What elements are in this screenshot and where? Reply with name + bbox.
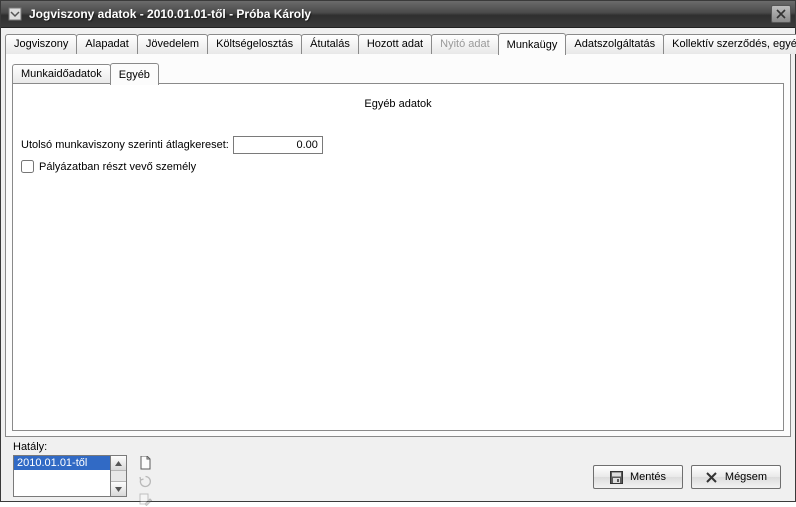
close-button[interactable] (771, 5, 791, 23)
cancel-button-label: Mégsem (725, 471, 767, 483)
section-title: Egyéb adatok (21, 98, 775, 110)
footer-buttons: Mentés Mégsem (593, 465, 781, 489)
inner-tab-row: Munkaidőadatok Egyéb (12, 62, 784, 84)
save-button-label: Mentés (630, 471, 666, 483)
tab-koltsegelosztas[interactable]: Költségelosztás (207, 34, 302, 54)
hataly-tool-column (137, 441, 153, 507)
tab-nyito-adat: Nyitó adat (431, 34, 499, 54)
save-icon (610, 470, 624, 484)
cancel-icon (705, 470, 719, 484)
titlebar: Jogviszony adatok - 2010.01.01-től - Pró… (1, 1, 795, 28)
tab-munkaugy[interactable]: Munkaügy (498, 33, 567, 55)
edit-icon[interactable] (137, 491, 153, 507)
avg-input[interactable] (233, 136, 323, 154)
footer: Hatály: 2010.01.01-től (5, 437, 791, 497)
inner-panel: Egyéb adatok Utolsó munkaviszony szerint… (12, 83, 784, 431)
tender-checkbox[interactable] (21, 160, 34, 173)
save-button[interactable]: Mentés (593, 465, 683, 489)
main-tab-panel: Munkaidőadatok Egyéb Egyéb adatok Utolsó… (5, 53, 791, 437)
inner-tab-egyeb[interactable]: Egyéb (110, 63, 159, 85)
hataly-scrollbar[interactable] (111, 455, 127, 497)
hataly-label: Hatály: (13, 441, 127, 453)
avg-label: Utolsó munkaviszony szerinti átlagkerese… (21, 139, 229, 151)
scroll-track[interactable] (111, 471, 126, 481)
dialog-window: Jogviszony adatok - 2010.01.01-től - Pró… (0, 0, 796, 502)
tab-alapadat[interactable]: Alapadat (76, 34, 137, 54)
tab-jogviszony[interactable]: Jogviszony (5, 34, 77, 54)
tender-label: Pályázatban részt vevő személy (39, 161, 196, 173)
main-tab-row: Jogviszony Alapadat Jövedelem Költségelo… (5, 32, 791, 54)
tender-row: Pályázatban részt vevő személy (21, 160, 775, 173)
tab-jovedelem[interactable]: Jövedelem (137, 34, 208, 54)
inner-tab-munkaidoadatok[interactable]: Munkaidőadatok (12, 64, 111, 84)
cancel-button[interactable]: Mégsem (691, 465, 781, 489)
tab-kollektiv[interactable]: Kollektív szerződés, egyéb (663, 34, 796, 54)
avg-row: Utolsó munkaviszony szerinti átlagkerese… (21, 136, 775, 154)
hataly-block: Hatály: 2010.01.01-től (13, 441, 127, 497)
tab-adatszolgaltatas[interactable]: Adatszolgáltatás (565, 34, 664, 54)
tab-hozott-adat[interactable]: Hozott adat (358, 34, 432, 54)
hataly-listbox[interactable]: 2010.01.01-től (13, 455, 111, 497)
tab-atutalas[interactable]: Átutalás (301, 34, 359, 54)
app-icon (7, 6, 23, 22)
hataly-item[interactable]: 2010.01.01-től (14, 456, 110, 470)
scroll-up-button[interactable] (111, 456, 126, 471)
window-title: Jogviszony adatok - 2010.01.01-től - Pró… (29, 7, 771, 21)
scroll-down-button[interactable] (111, 481, 126, 496)
refresh-icon[interactable] (137, 473, 153, 489)
hataly-listbox-wrap: 2010.01.01-től (13, 455, 127, 497)
new-page-icon[interactable] (137, 455, 153, 471)
client-area: Jogviszony Alapadat Jövedelem Költségelo… (1, 28, 795, 501)
